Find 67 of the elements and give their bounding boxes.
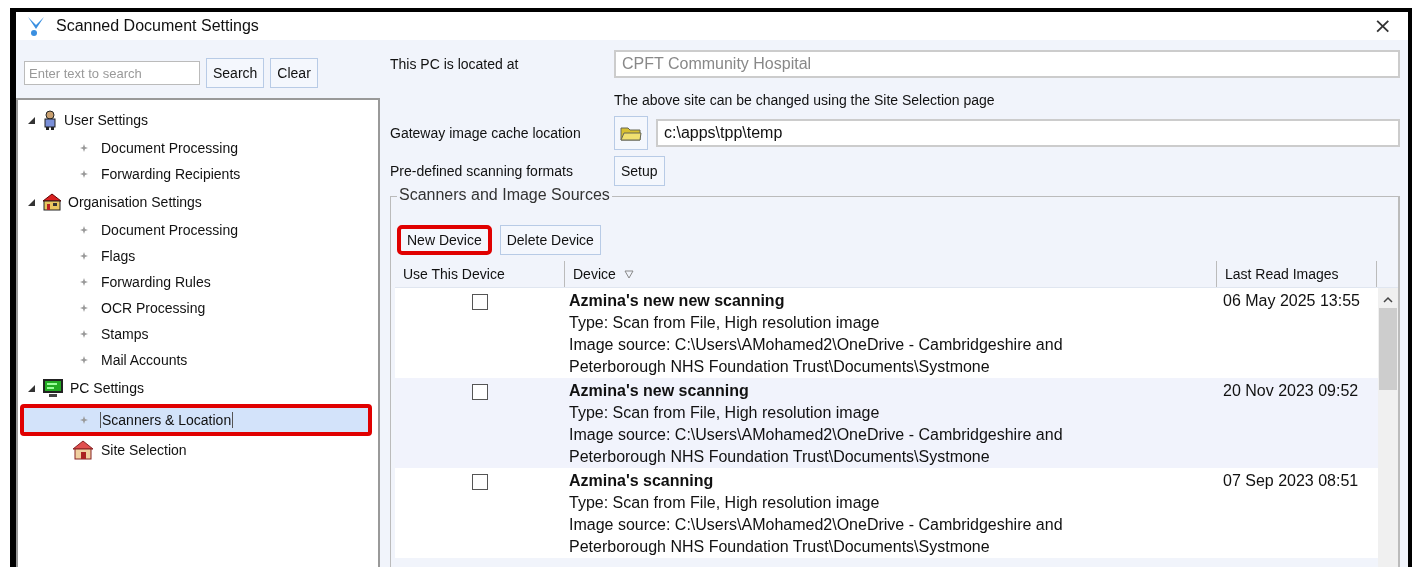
bullet-icon — [80, 170, 88, 178]
hint-text: The above site can be changed using the Site Selection page — [613, 91, 996, 110]
device-type: Type: Scan from File, High resolution image — [569, 493, 881, 513]
building-icon — [42, 193, 62, 211]
tree-group-label[interactable]: PC Settings — [70, 380, 144, 396]
tree-item[interactable]: Scanners & Location — [20, 404, 372, 436]
device-button[interactable]: Delete Device — [499, 225, 601, 255]
search-button[interactable]: Search — [206, 58, 265, 88]
sort-icon — [623, 269, 634, 279]
image-source: Image source: C:\Users\AMohamed2\OneDrive - Cambridgeshire and Peterborough NHS Foundation Trust\Documents\Systmone — [569, 515, 1064, 557]
monitor-icon — [42, 378, 64, 398]
expand-triangle-icon[interactable] — [26, 197, 36, 207]
image-source: Image source: C:\Users\AMohamed2\OneDrive - Cambridgeshire and Peterborough NHS Foundation Trust\Documents\Systmone — [569, 335, 1064, 377]
device-type: Type: Scan from File, High resolution image — [569, 403, 881, 423]
image-source: Image source: C:\Users\AMohamed2\OneDrive - Cambridgeshire and Peterborough NHS Foundation Trust\Documents\Systmone — [569, 425, 1064, 467]
column-header[interactable]: Use This Device — [395, 261, 565, 287]
setup-button[interactable]: Setup — [614, 156, 665, 186]
bullet-icon — [80, 144, 88, 152]
use-device-checkbox[interactable] — [472, 294, 488, 310]
field-label: Pre-defined scanning formats — [390, 163, 574, 179]
field-label: Gateway image cache location — [390, 125, 582, 141]
device-type: Type: Scan from File, High resolution image — [569, 313, 881, 333]
device-button[interactable]: New Device — [397, 225, 492, 255]
folder-icon — [620, 125, 642, 141]
tree-item[interactable]: OCR Processing — [20, 296, 372, 320]
scrollbar[interactable] — [1378, 288, 1398, 567]
bullet-icon — [80, 416, 88, 424]
tree-item[interactable]: Stamps — [20, 322, 372, 346]
window-title: Scanned Document Settings — [56, 17, 260, 35]
folder-button[interactable] — [614, 116, 648, 150]
bullet-icon — [80, 278, 88, 286]
tree-item[interactable]: Document Processing — [20, 136, 372, 160]
person-icon — [42, 110, 58, 130]
bullet-icon — [80, 226, 88, 234]
bullet-icon — [80, 330, 88, 338]
device-name: Azmina's scanning — [569, 471, 715, 491]
tree-item[interactable]: Site Selection — [20, 438, 372, 462]
bullet-icon — [80, 304, 88, 312]
device-row[interactable]: Azmina's scanning Type: Scan from File, High resolution image Image source: C:\Users\AMohamed2\OneDrive - Cambridgeshire and Peterborough NHS Foundation Trust\Documents\Systmone 07 Sep 2023 08:51 — [395, 468, 1378, 558]
bullet-icon — [80, 252, 88, 260]
tree-item[interactable]: Document Processing — [20, 218, 372, 242]
tree-item[interactable]: Mail Accounts — [20, 348, 372, 372]
column-header[interactable]: Last Read Images — [1217, 261, 1377, 287]
device-name: Azmina's new new scanning — [569, 291, 786, 311]
group-title: Scanners and Image Sources — [397, 186, 612, 204]
tree-item[interactable]: Forwarding Recipients — [20, 162, 372, 186]
last-read-date: 06 May 2025 13:55 — [1222, 291, 1361, 311]
tree-group-label[interactable]: User Settings — [64, 112, 149, 128]
close-button[interactable]: × — [1367, 15, 1398, 37]
use-device-checkbox[interactable] — [472, 474, 488, 490]
cache-path-field[interactable]: c:\apps\tpp\temp — [656, 119, 1400, 147]
last-read-date: 07 Sep 2023 08:51 — [1222, 471, 1360, 491]
search-field[interactable]: Enter text to search — [24, 61, 200, 85]
scroll-up-icon[interactable] — [1383, 296, 1393, 304]
tree-group-label[interactable]: Organisation Settings — [68, 194, 202, 210]
expand-triangle-icon[interactable] — [26, 383, 36, 393]
field-label: This PC is located at — [390, 56, 520, 72]
last-read-date: 20 Nov 2023 09:52 — [1222, 381, 1360, 401]
use-device-checkbox[interactable] — [472, 384, 488, 400]
tree-item[interactable]: Flags — [20, 244, 372, 268]
bullet-icon — [80, 356, 88, 364]
tree-item[interactable]: Forwarding Rules — [20, 270, 372, 294]
house-icon — [72, 440, 94, 460]
clear-button[interactable]: Clear — [270, 58, 318, 88]
column-header[interactable]: Device — [565, 261, 1217, 287]
device-name: Azmina's new scanning — [569, 381, 750, 401]
expand-triangle-icon[interactable] — [26, 115, 36, 125]
